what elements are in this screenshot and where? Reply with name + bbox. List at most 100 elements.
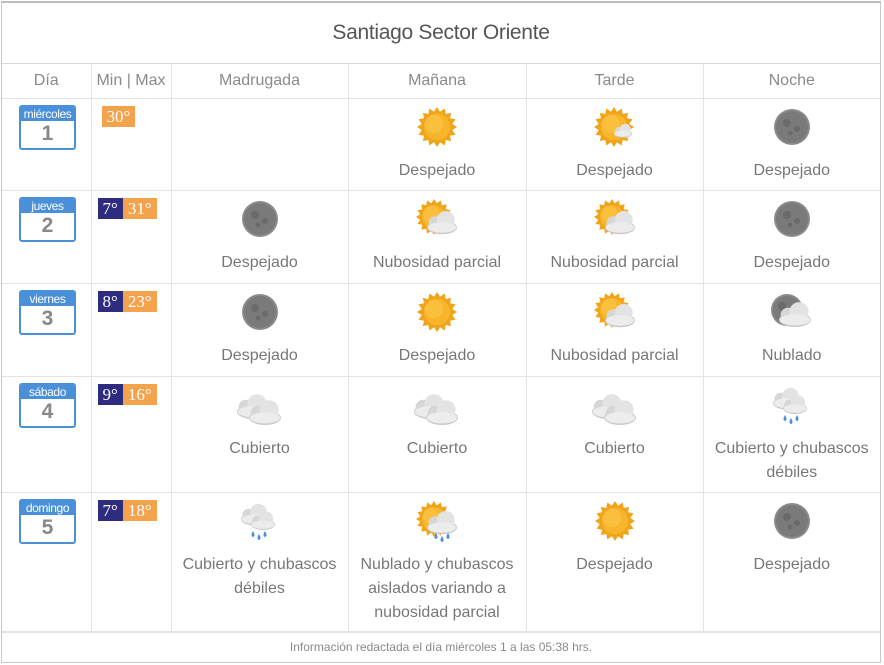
weather-description: Cubierto y chubascos débiles [182, 556, 337, 597]
table-row: domingo 5 7° 18° Cubierto y chubascos débile… [2, 492, 880, 633]
day-cell: sábado 4 [2, 376, 92, 493]
day-number: 3 [41, 307, 54, 330]
weather-cell-madrugada: Cubierto y chubascos débiles [171, 492, 349, 633]
weather-description: Despejado [398, 162, 476, 179]
weather-description: Despejado [753, 556, 831, 573]
weather-cell-madrugada: Despejado [171, 283, 349, 377]
table-row: viernes 3 8° 23° Despejado Despejado Nubosidad… [2, 283, 880, 377]
forecast-widget: Santiago Sector Oriente Día Min | Max Ma… [1, 1, 881, 663]
calendar-icon: sábado 4 [19, 383, 76, 428]
weather-description: Nublado [761, 347, 822, 364]
min-temp-badge: 9° [97, 384, 123, 405]
weather-cell-tarde: Despejado [526, 492, 704, 633]
day-name: viernes [21, 292, 74, 306]
header-minmax: Min | Max [91, 64, 172, 99]
header-noche: Noche [703, 64, 880, 99]
moon-icon [241, 294, 278, 330]
max-temp-badge: 30° [101, 106, 136, 127]
weather-description: Cubierto [406, 440, 468, 457]
partly-cloudy-icon [593, 199, 635, 235]
moon-icon [773, 503, 810, 539]
moon-icon [241, 201, 278, 237]
max-temp-badge: 31° [122, 198, 157, 219]
day-cell: jueves 2 [2, 190, 92, 284]
rain-cloud-icon [772, 387, 807, 424]
weather-cell-noche: Despejado [703, 190, 880, 284]
temps-cell: 30° [91, 98, 172, 191]
header-manana: Mañana [348, 64, 527, 99]
day-number: 5 [41, 516, 54, 539]
weather-cell-manana: Despejado [348, 98, 527, 191]
day-cell: domingo 5 [2, 492, 92, 633]
sun-rain-icon [416, 501, 457, 542]
weather-description: Nubosidad parcial [550, 347, 679, 364]
weather-cell-madrugada: Despejado [171, 190, 349, 284]
weather-description: Nublado y chubascos aislados variando a … [360, 556, 514, 621]
weather-cell-noche: Despejado [703, 492, 880, 633]
calendar-icon: jueves 2 [19, 197, 76, 242]
weather-description: Cubierto [584, 440, 645, 457]
footer-note: Información redactada el día miércoles 1… [2, 631, 880, 662]
weather-cell-tarde: Nubosidad parcial [526, 190, 704, 284]
weather-description: Nubosidad parcial [550, 254, 679, 271]
weather-cell-tarde: Despejado [526, 98, 704, 191]
weather-description: Despejado [576, 556, 653, 573]
weather-description: Despejado [753, 254, 831, 271]
weather-cell-madrugada [171, 98, 349, 191]
sun-icon [417, 107, 457, 147]
header-madrugada: Madrugada [171, 64, 349, 99]
weather-description: Cubierto y chubascos débiles [714, 440, 869, 481]
weather-cell-manana: Nubosidad parcial [348, 190, 527, 284]
moon-icon [773, 109, 810, 145]
cloud-icon [591, 394, 636, 425]
temps-cell: 9° 16° [91, 376, 172, 493]
temps: 8° 23° [97, 291, 171, 312]
temps: 7° 18° [97, 500, 171, 521]
temps-cell: 7° 31° [91, 190, 172, 284]
weather-cell-noche: Cubierto y chubascos débiles [703, 376, 880, 493]
temps-cell: 7° 18° [91, 492, 172, 633]
header-row: Día Min | Max Madrugada Mañana Tarde Noc… [2, 64, 880, 99]
calendar-icon: domingo 5 [19, 499, 76, 544]
table-row: jueves 2 7° 31° Despejado Nubosidad parcial Nu… [2, 190, 880, 284]
max-temp-badge: 18° [122, 500, 157, 521]
header-tarde: Tarde [526, 64, 704, 99]
table-row: miércoles 1 30° Despejado Despejado Despejado [2, 98, 880, 191]
temps: 9° 16° [97, 384, 171, 405]
table-row: sábado 4 9° 16° Cubierto Cubierto Cubierto Cubi… [2, 376, 880, 493]
temps-cell: 8° 23° [91, 283, 172, 377]
partly-cloudy-icon [416, 199, 457, 235]
forecast-table: Día Min | Max Madrugada Mañana Tarde Noc… [2, 64, 880, 633]
day-cell: viernes 3 [2, 283, 92, 377]
calendar-icon: viernes 3 [19, 290, 76, 335]
day-name: sábado [21, 385, 74, 399]
weather-description: Despejado [398, 347, 476, 364]
partly-cloudy-icon [593, 292, 635, 328]
weather-cell-noche: Despejado [703, 98, 880, 191]
header-dia: Día [2, 64, 92, 99]
weather-cell-madrugada: Cubierto [171, 376, 349, 493]
weather-cell-manana: Cubierto [348, 376, 527, 493]
temps: 30° [98, 106, 171, 127]
weather-description: Despejado [221, 347, 298, 364]
day-number: 1 [41, 122, 54, 145]
weather-description: Cubierto [229, 440, 290, 457]
calendar-icon: miércoles 1 [19, 105, 76, 150]
min-temp-badge: 8° [97, 291, 123, 312]
weather-cell-tarde: Cubierto [526, 376, 704, 493]
day-name: domingo [21, 501, 74, 515]
widget-title: Santiago Sector Oriente [2, 3, 880, 64]
sun-icon [417, 292, 457, 332]
min-temp-badge: 7° [97, 198, 123, 219]
rain-cloud-icon [240, 503, 275, 540]
max-temp-badge: 16° [122, 384, 157, 405]
weather-description: Despejado [221, 254, 298, 271]
weather-description: Nubosidad parcial [372, 254, 502, 271]
weather-cell-manana: Nublado y chubascos aislados variando a … [348, 492, 527, 633]
weather-description: Despejado [753, 162, 831, 179]
weather-cell-manana: Despejado [348, 283, 527, 377]
weather-cell-tarde: Nubosidad parcial [526, 283, 704, 377]
cloud-icon [236, 394, 281, 425]
day-number: 4 [41, 400, 54, 423]
moon-icon [773, 201, 810, 237]
